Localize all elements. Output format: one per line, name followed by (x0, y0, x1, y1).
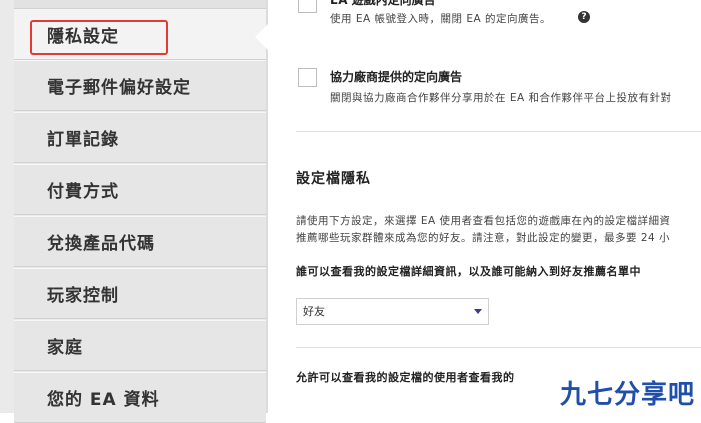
caret-down-icon (474, 309, 482, 314)
sidebar-item-player-controls[interactable]: 玩家控制 (14, 268, 266, 319)
divider (296, 347, 701, 348)
question-label: 誰可以查看我的設定檔詳細資訊，以及誰可能納入到好友推薦名單中 (296, 265, 641, 278)
active-highlight-box (30, 20, 168, 55)
main-content: EA 遊戲內定向廣告 使用 EA 帳號登入時，關閉 EA 的定向廣告。 ? 協力… (268, 0, 701, 413)
divider (296, 131, 701, 132)
sidebar-item-order-history[interactable]: 訂單記錄 (14, 112, 266, 163)
profile-description-line: 推薦哪些玩家群體來成為您的好友。請注意，對此設定的變更，最多要 24 小 (296, 232, 671, 244)
sidebar-item-label: 玩家控制 (47, 286, 119, 306)
sidebar-item-label: 訂單記錄 (47, 130, 119, 150)
option-title: 協力廠商提供的定向廣告 (330, 70, 463, 84)
option-title: EA 遊戲內定向廣告 (330, 0, 436, 7)
third-party-ads-checkbox[interactable] (298, 68, 317, 87)
active-pointer-icon (255, 24, 268, 50)
sidebar-item-label: 電子郵件偏好設定 (47, 78, 191, 98)
profile-description-line: 請使用下方設定，來選擇 EA 使用者查看包括您的遊戲庫在內的設定檔詳細資 (296, 215, 671, 227)
ea-targeted-ads-checkbox[interactable] (298, 0, 317, 13)
sidebar-item-label: 付費方式 (47, 182, 119, 202)
sidebar-nav: 隱私設定 電子郵件偏好設定 訂單記錄 付費方式 兌換產品代碼 玩家控制 家庭 您… (0, 0, 268, 423)
sidebar-item-ea-data[interactable]: 您的 EA 資料 (14, 372, 266, 423)
sidebar-item-label: 您的 EA 資料 (47, 390, 160, 410)
sidebar-item-email-preferences[interactable]: 電子郵件偏好設定 (14, 60, 266, 111)
select-value: 好友 (303, 305, 325, 318)
option-desc: 關閉與協力廠商合作夥伴分享用於在 EA 和合作夥伴平台上投放有針對 (330, 92, 672, 104)
sidebar-item-label: 家庭 (47, 338, 83, 358)
sidebar-item-family[interactable]: 家庭 (14, 320, 266, 371)
sidebar-item-payment-methods[interactable]: 付費方式 (14, 164, 266, 215)
section-title: 設定檔隱私 (296, 171, 371, 187)
sidebar-item-redeem-code[interactable]: 兌換產品代碼 (14, 216, 266, 267)
sidebar-item-label: 兌換產品代碼 (47, 234, 155, 254)
option-desc: 使用 EA 帳號登入時，關閉 EA 的定向廣告。 (330, 13, 551, 25)
question-label: 允許可以查看我的設定檔的使用者查看我的 (296, 371, 515, 384)
help-icon[interactable]: ? (578, 11, 590, 23)
profile-visibility-select[interactable]: 好友 (296, 298, 489, 325)
sidebar-top-item[interactable] (14, 0, 266, 9)
watermark-logo: 九七分享吧 (560, 380, 696, 410)
